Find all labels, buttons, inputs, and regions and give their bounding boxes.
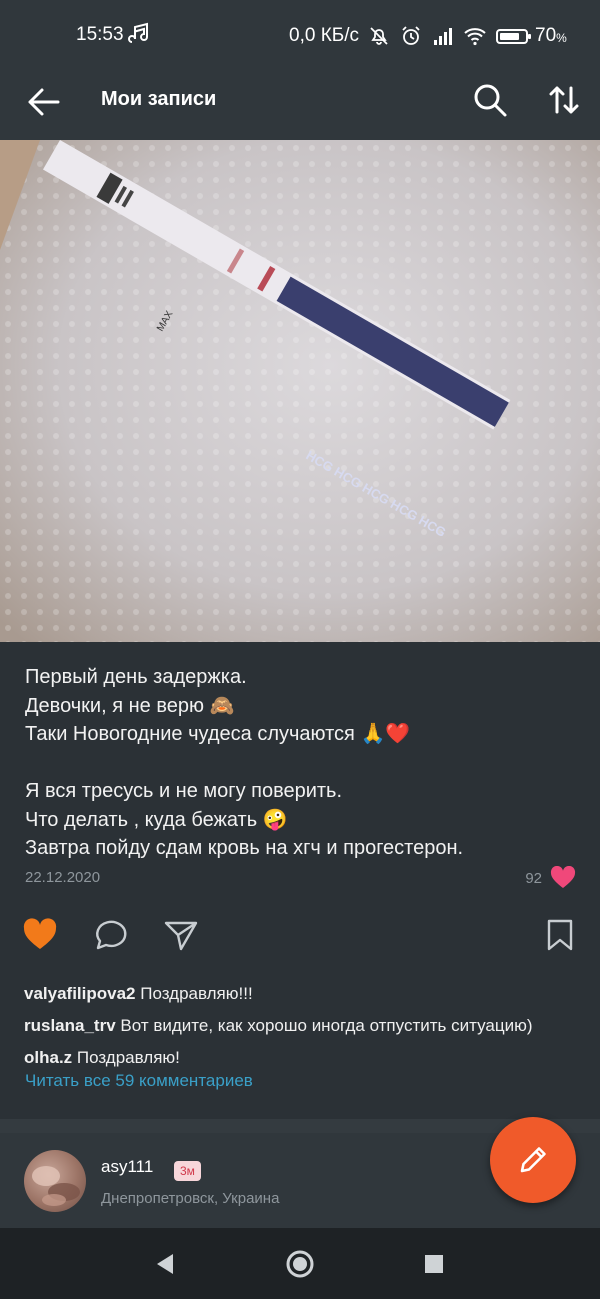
like-heart-icon [550,866,576,888]
app-bar: Мои записи [0,66,600,140]
comment-item[interactable]: olha.z Поздравляю! [24,1042,594,1074]
author-name[interactable]: asy111 [101,1157,153,1177]
comment-user[interactable]: valyafilipova2 [24,984,136,1003]
comment-icon[interactable] [92,918,128,952]
post-caption: Первый день задержка. Девочки, я не верю… [25,663,585,863]
page-title: Мои записи [101,88,217,110]
post-date: 22.12.2020 [25,869,101,886]
author-location: Днепропетровск, Украина [101,1190,280,1207]
caption-line: Я вся тресусь и не могу поверить. [25,780,343,802]
comment-user[interactable]: ruslana_trv [24,1016,116,1035]
battery-percent: 70 [535,25,557,46]
likes-counter[interactable]: 92 [525,866,576,890]
status-time: 15:53 [76,24,124,45]
comment-text: Вот видите, как хорошо иногда отпустить … [120,1016,533,1035]
battery-icon [496,29,532,44]
caption-line: Первый день задержка. [25,666,247,688]
battery-percent-unit: % [556,31,567,45]
likes-count: 92 [525,869,542,887]
nav-recents-icon[interactable] [418,1248,450,1280]
sort-icon[interactable] [546,80,582,120]
mute-icon [370,27,388,45]
read-all-comments-link[interactable]: Читать все 59 комментариев [25,1071,253,1091]
caption-line: Таки Новогодние чудеса случаются 🙏❤️ [25,723,411,745]
heart-icon[interactable] [22,918,58,952]
post-actions [0,914,600,960]
comment-text: Поздравляю! [76,1048,180,1067]
time-ago-badge: 3м [174,1161,201,1181]
comment-item[interactable]: ruslana_trv Вот видите, как хорошо иногд… [24,1010,594,1042]
status-bar: 15:53 0,0 КБ/с 70% [0,0,600,66]
alarm-icon [402,26,420,45]
comments-list: valyafilipova2 Поздравляю!!! ruslana_trv… [24,978,594,1074]
caption-line: Девочки, я не верю 🙈 [25,694,235,717]
comment-user[interactable]: olha.z [24,1048,72,1067]
system-nav-bar [0,1228,600,1299]
share-icon[interactable] [163,918,199,952]
post-photo[interactable]: MAX HCG HCG HCG HCG HCG [0,140,600,642]
comment-text: Поздравляю!!! [140,984,253,1003]
caption-line [25,749,585,778]
search-icon[interactable] [470,80,510,120]
back-arrow-icon[interactable] [24,82,64,122]
edit-fab-button[interactable] [490,1117,576,1203]
caption-line: Что делать , куда бежать 🤪 [25,808,288,831]
wifi-icon [464,28,486,46]
bookmark-icon[interactable] [545,918,575,952]
pencil-icon [520,1147,546,1173]
caption-line: Завтра пойду сдам кровь на хгч и прогест… [25,837,464,859]
signal-icon [434,28,453,45]
comment-item[interactable]: valyafilipova2 Поздравляю!!! [24,978,594,1010]
nav-back-icon[interactable] [149,1248,181,1280]
avatar[interactable] [24,1150,86,1212]
music-note-icon [128,22,148,43]
network-speed: 0,0 КБ/с [289,25,360,46]
avatar-image [32,1166,80,1206]
status-icons: 0,0 КБ/с 70% [289,24,567,48]
nav-home-icon[interactable] [284,1248,316,1280]
pregnancy-test-photo: MAX HCG HCG HCG HCG HCG [0,140,600,642]
